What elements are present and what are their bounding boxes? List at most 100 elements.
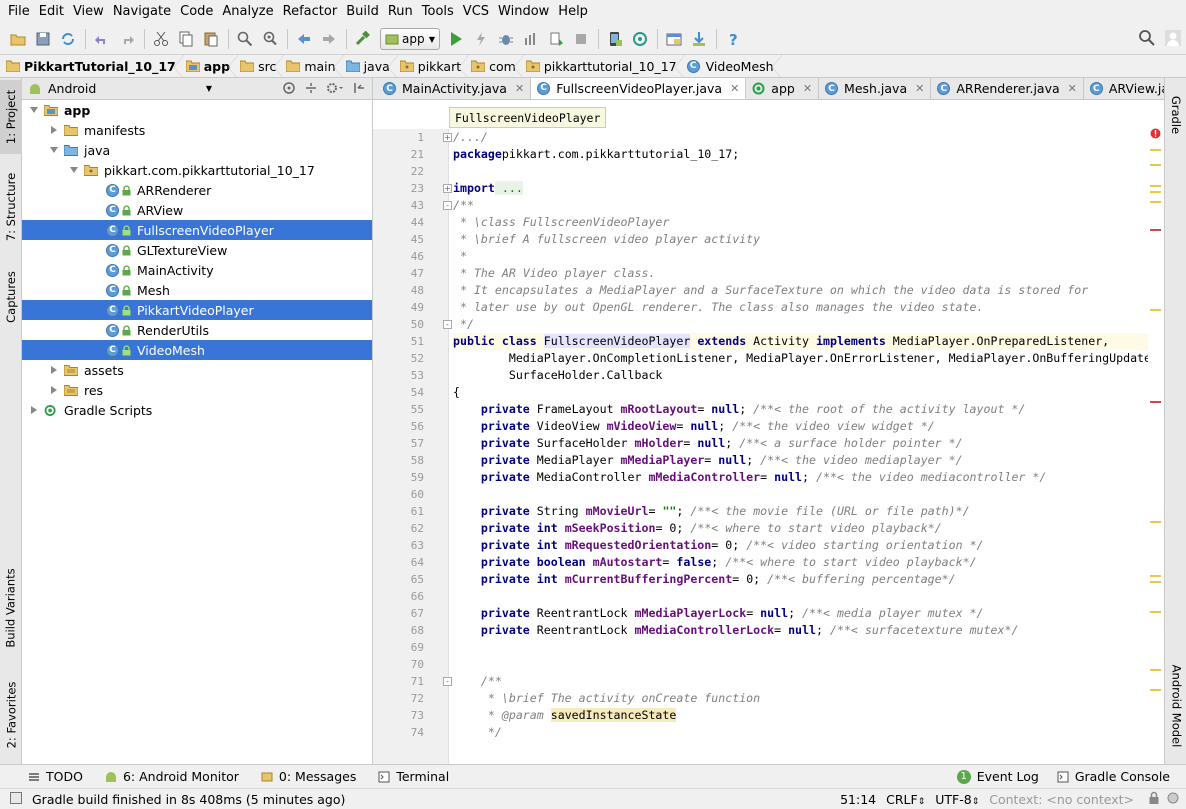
breadcrumb-com[interactable]: com <box>471 55 526 77</box>
breadcrumb-java[interactable]: java <box>345 55 400 77</box>
user-icon[interactable] <box>1164 29 1182 50</box>
stripe-marker[interactable] <box>1150 164 1161 166</box>
fold-marker-icon[interactable]: + <box>443 184 452 193</box>
menu-navigate[interactable]: Navigate <box>109 0 175 24</box>
tree-item-mesh[interactable]: C Mesh <box>22 280 372 300</box>
tree-item-renderutils[interactable]: C RenderUtils <box>22 320 372 340</box>
breadcrumb-src[interactable]: src <box>240 55 286 77</box>
editor-tab-arview-java[interactable]: CARView.java✕ <box>1084 78 1164 99</box>
tree-item-gradle-scripts[interactable]: Gradle Scripts <box>22 400 372 420</box>
menu-tools[interactable]: Tools <box>418 0 458 24</box>
menu-code[interactable]: Code <box>176 0 217 24</box>
stripe-marker[interactable] <box>1150 575 1161 577</box>
menu-window[interactable]: Window <box>494 0 553 24</box>
tool-tab-android-monitor[interactable]: 6: Android Monitor <box>105 769 239 784</box>
close-icon[interactable]: ✕ <box>1068 82 1077 95</box>
tool-tab-captures[interactable]: Captures <box>0 264 22 330</box>
redo-icon[interactable] <box>115 27 139 51</box>
stop-icon[interactable] <box>569 27 593 51</box>
sync-icon[interactable] <box>56 27 80 51</box>
save-all-icon[interactable] <box>31 27 55 51</box>
menu-help[interactable]: Help <box>554 0 592 24</box>
tree-item-arrenderer[interactable]: C ARRenderer <box>22 180 372 200</box>
hide-panel-icon[interactable] <box>352 81 366 98</box>
tool-tab-project[interactable]: 1: Project <box>0 80 22 154</box>
make-project-icon[interactable] <box>351 27 375 51</box>
tree-item-java[interactable]: java <box>22 140 372 160</box>
find-icon[interactable] <box>233 27 257 51</box>
sync-gradle-icon[interactable] <box>628 27 652 51</box>
forward-icon[interactable] <box>317 27 341 51</box>
editor-tab-fullscreenvideoplayer-java[interactable]: C FullscreenVideoPlayer.java ✕ <box>531 78 747 99</box>
status-message[interactable]: Gradle build finished in 8s 408ms (5 min… <box>32 792 345 807</box>
stripe-marker[interactable] <box>1150 401 1161 403</box>
file-encoding[interactable]: UTF-8⇕ <box>935 792 979 807</box>
tree-item-res[interactable]: res <box>22 380 372 400</box>
menu-view[interactable]: View <box>69 0 108 24</box>
cut-icon[interactable] <box>149 27 173 51</box>
code-area[interactable]: /.../ packagepikkart.com.pikkarttutorial_… <box>453 129 1148 764</box>
menu-edit[interactable]: Edit <box>35 0 68 24</box>
scroll-from-source-icon[interactable] <box>282 81 296 98</box>
undo-icon[interactable] <box>90 27 114 51</box>
stripe-marker[interactable] <box>1150 149 1161 151</box>
tree-item-assets[interactable]: assets <box>22 360 372 380</box>
lock-icon[interactable] <box>1148 791 1160 808</box>
stripe-marker[interactable] <box>1150 201 1161 203</box>
error-indicator-icon[interactable] <box>1150 128 1161 139</box>
menu-file[interactable]: File <box>4 0 34 24</box>
line-separator[interactable]: CRLF⇕ <box>886 792 925 807</box>
sdk-manager-icon[interactable] <box>687 27 711 51</box>
editor-tab-mainactivity-java[interactable]: C MainActivity.java ✕ <box>377 78 532 99</box>
breadcrumb-pikkart[interactable]: pikkart <box>399 55 471 77</box>
tree-item-pikkart-com-pikkarttutorial-10-17[interactable]: pikkart.com.pikkarttutorial_10_17 <box>22 160 372 180</box>
editor-tab-arrenderer-java[interactable]: C ARRenderer.java ✕ <box>931 78 1084 99</box>
help-icon[interactable]: ? <box>721 27 745 51</box>
tree-item-app[interactable]: app <box>22 100 372 120</box>
tool-tab-android-model[interactable]: Android Model <box>1165 656 1186 756</box>
stripe-marker[interactable] <box>1150 185 1161 187</box>
stripe-marker[interactable] <box>1150 191 1161 193</box>
tool-tab-structure[interactable]: 7: Structure <box>0 166 22 248</box>
tree-item-fullscreenvideoplayer[interactable]: C FullscreenVideoPlayer <box>22 220 372 240</box>
editor-tab-app[interactable]: app ✕ <box>746 78 820 99</box>
tree-item-gltextureview[interactable]: C GLTextureView <box>22 240 372 260</box>
tool-tab-todo[interactable]: TODO <box>28 769 83 784</box>
back-icon[interactable] <box>292 27 316 51</box>
project-structure-icon[interactable] <box>662 27 686 51</box>
tool-tab-favorites[interactable]: 2: Favorites <box>0 674 22 756</box>
copy-icon[interactable] <box>174 27 198 51</box>
tool-tab-build-variants[interactable]: Build Variants <box>0 562 22 654</box>
fold-marker-icon[interactable]: - <box>443 201 452 210</box>
menu-vcs[interactable]: VCS <box>459 0 493 24</box>
stripe-marker[interactable] <box>1150 611 1161 613</box>
breadcrumb-project[interactable]: PikkartTutorial_10_17 <box>6 55 186 77</box>
tool-tab-event-log[interactable]: 1 Event Log <box>956 769 1039 784</box>
tool-tab-gradle[interactable]: Gradle <box>1165 84 1186 146</box>
fold-marker-icon[interactable]: - <box>443 320 452 329</box>
breadcrumb-app[interactable]: app <box>185 55 240 77</box>
breadcrumb-class[interactable]: C VideoMesh <box>686 55 784 77</box>
tree-item-manifests[interactable]: manifests <box>22 120 372 140</box>
open-folder-icon[interactable] <box>6 27 30 51</box>
expand-down-icon[interactable] <box>68 164 80 176</box>
menu-run[interactable]: Run <box>384 0 417 24</box>
tool-tab-gradle-console[interactable]: Gradle Console <box>1057 769 1170 784</box>
editor-tab-mesh-java[interactable]: C Mesh.java ✕ <box>819 78 932 99</box>
caret-position[interactable]: 51:14 <box>840 792 876 807</box>
close-icon[interactable]: ✕ <box>803 82 812 95</box>
close-icon[interactable]: ✕ <box>730 82 739 95</box>
project-view-selector[interactable]: Android ▼ <box>28 81 212 96</box>
expand-right-icon[interactable] <box>48 384 60 396</box>
expand-right-icon[interactable] <box>28 404 40 416</box>
fold-marker-icon[interactable]: + <box>443 133 452 142</box>
expand-down-icon[interactable] <box>28 104 40 116</box>
menu-analyze[interactable]: Analyze <box>218 0 277 24</box>
expand-right-icon[interactable] <box>48 364 60 376</box>
stripe-marker[interactable] <box>1150 689 1161 691</box>
stripe-marker[interactable] <box>1150 309 1161 311</box>
toggle-tool-windows-icon[interactable] <box>10 791 22 807</box>
run-configuration-select[interactable]: app ▼ <box>380 28 440 50</box>
stripe-marker[interactable] <box>1150 229 1161 231</box>
expand-right-icon[interactable] <box>48 124 60 136</box>
